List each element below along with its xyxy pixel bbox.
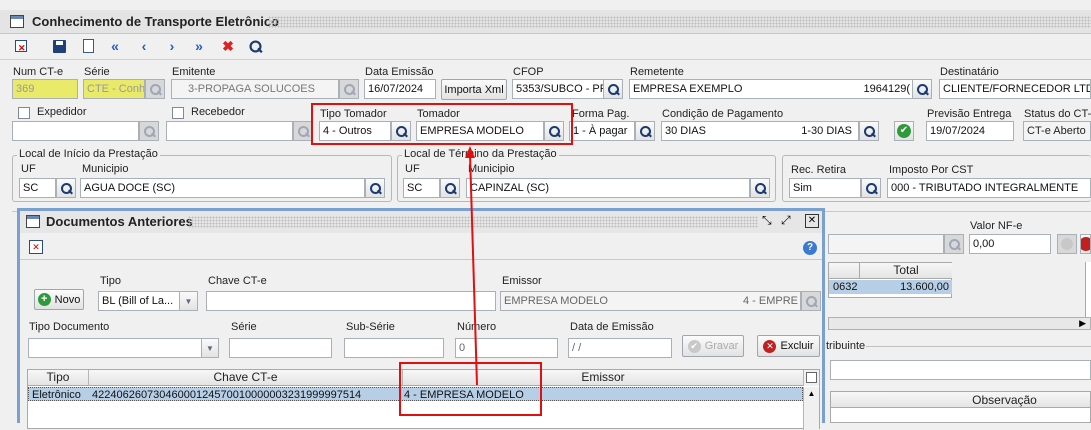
annotation-arrow — [465, 146, 478, 386]
arrow-head — [465, 146, 475, 158]
arrow-line — [469, 153, 478, 386]
